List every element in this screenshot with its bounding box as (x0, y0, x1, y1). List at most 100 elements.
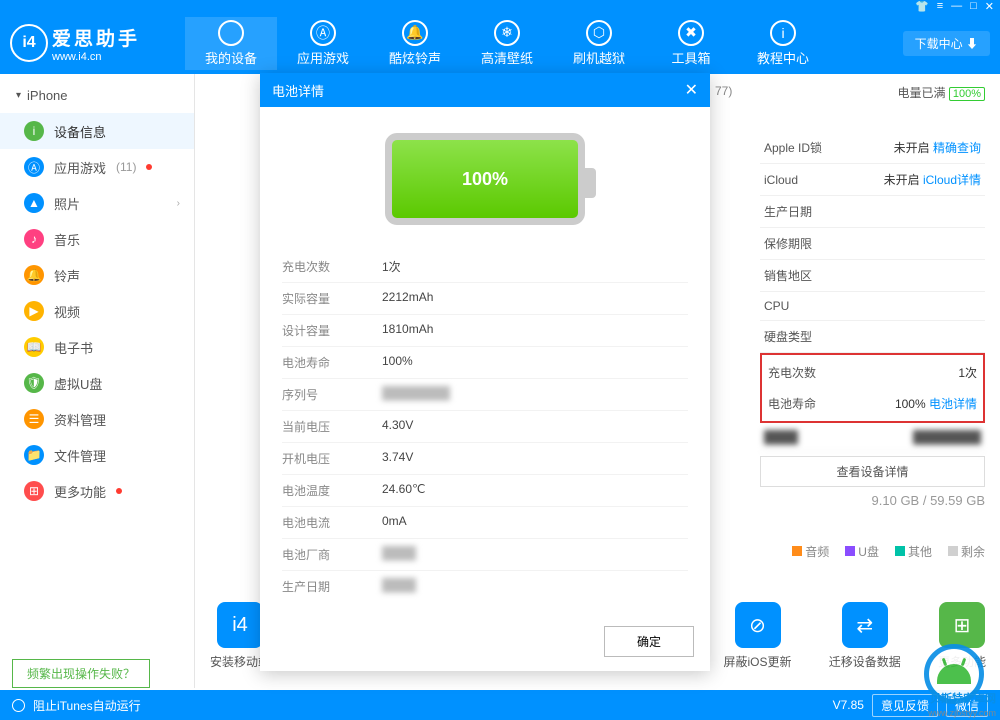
disk-usage: 9.10 GB / 59.59 GB (760, 493, 985, 508)
sidebar-icon: Ⓐ (24, 157, 44, 177)
battery-value: 4.30V (382, 418, 413, 435)
battery-row: 当前电压4.30V (282, 410, 688, 442)
tool-icon: ⇄ (842, 602, 888, 648)
modal-header: 电池详情 ✕ (260, 73, 710, 107)
info-value: 未开启 (884, 173, 920, 187)
sidebar-item[interactable]: ☰ 资料管理 (0, 401, 194, 437)
menu-icon[interactable]: ≡ (937, 0, 943, 12)
tool-icon: ⊘ (735, 602, 781, 648)
sidebar-item[interactable]: ⊞ 更多功能 (0, 473, 194, 509)
legend-item: 音频 (792, 543, 829, 560)
sidebar-label: 音乐 (54, 230, 80, 249)
maximize-icon[interactable]: □ (970, 0, 977, 12)
battery-detail-link[interactable]: 电池详情 (929, 397, 977, 411)
sidebar-label: 视频 (54, 302, 80, 321)
nav-label: 工具箱 (671, 48, 710, 67)
battery-row: 实际容量2212mAh (282, 282, 688, 314)
nav-item-4[interactable]: ⬡刷机越狱 (553, 17, 645, 70)
sidebar-label: 铃声 (54, 266, 80, 285)
sidebar-item[interactable]: ♪ 音乐 (0, 221, 194, 257)
battery-key: 电池寿命 (282, 354, 382, 371)
nav-item-5[interactable]: ✖ 工具箱 (645, 17, 737, 70)
battery-key: 序列号 (282, 386, 382, 403)
storage-legend: 音频U盘其他剩余 (792, 543, 985, 560)
sidebar-icon: 📁 (24, 445, 44, 465)
battery-value: 1810mAh (382, 322, 433, 339)
nav-label: 刷机越狱 (573, 48, 625, 67)
battery-value: ████████ (382, 386, 450, 403)
sidebar-label: 应用游戏 (54, 158, 106, 177)
battery-value: ████ (382, 546, 416, 563)
info-key: 保修期限 (764, 235, 812, 252)
battery-key: 充电次数 (282, 258, 382, 275)
minimize-icon[interactable]: — (951, 0, 962, 12)
logo[interactable]: i4 爱思助手 www.i4.cn (10, 24, 185, 63)
sidebar-item[interactable]: 📁 文件管理 (0, 437, 194, 473)
sidebar: iPhone i 设备信息 Ⓐ 应用游戏 (11) ▲ 照片 ›♪ 音乐 🔔 铃… (0, 74, 195, 688)
tool-button[interactable]: ⊞更多功能 (938, 602, 986, 670)
tool-label: 迁移设备数据 (829, 653, 901, 670)
ok-button[interactable]: 确定 (604, 626, 694, 657)
tool-button[interactable]: ⇄ 迁移设备数据 (829, 602, 901, 670)
tool-label: 更多功能 (938, 653, 986, 670)
info-key: 硬盘类型 (764, 328, 812, 345)
battery-key: 电池电流 (282, 514, 382, 531)
help-link[interactable]: 频繁出现操作失败？ (12, 659, 150, 688)
battery-key: 开机电压 (282, 450, 382, 467)
nav-icon: ✖ (678, 20, 704, 46)
status-icon (12, 699, 25, 712)
info-link[interactable]: iCloud详情 (923, 173, 981, 187)
battery-graphic: 100% (260, 107, 710, 251)
tool-label: 屏蔽iOS更新 (724, 653, 792, 670)
info-row: 硬盘类型 (760, 321, 985, 353)
nav-item-0[interactable]: 我的设备 (185, 17, 277, 70)
tool-button[interactable]: ⊘ 屏蔽iOS更新 (724, 602, 792, 670)
app-name: 爱思助手 (52, 24, 140, 51)
battery-row: 生产日期████ (282, 570, 688, 602)
nav-item-6[interactable]: i教程中心 (737, 17, 829, 70)
battery-row: 电池温度24.60℃ (282, 474, 688, 506)
sidebar-item[interactable]: Ⓐ 应用游戏 (11) (0, 149, 194, 185)
tool-icon: i4 (217, 602, 263, 648)
wechat-button[interactable]: 微信 (946, 694, 988, 717)
battery-pct: 100% (949, 87, 985, 101)
nav-item-3[interactable]: ❄高清壁纸 (461, 17, 553, 70)
legend-item: 其他 (895, 543, 932, 560)
info-row: 生产日期 (760, 196, 985, 228)
skin-icon[interactable]: 👕 (915, 0, 929, 13)
sidebar-item[interactable]: ▲ 照片 › (0, 185, 194, 221)
close-icon[interactable]: ✕ (985, 0, 994, 13)
modal-close-icon[interactable]: ✕ (685, 80, 698, 100)
battery-full-badge: 电量已满 100% (898, 84, 986, 101)
nav-label: 应用游戏 (297, 48, 349, 67)
legend-color (792, 546, 802, 556)
battery-row: 设计容量1810mAh (282, 314, 688, 346)
battery-key: 生产日期 (282, 578, 382, 595)
sidebar-item[interactable]: i 设备信息 (0, 113, 194, 149)
battery-key: 设计容量 (282, 322, 382, 339)
nav-item-2[interactable]: 🔔酷炫铃声 (369, 17, 461, 70)
feedback-button[interactable]: 意见反馈 (872, 694, 938, 717)
sidebar-icon: 🔔 (24, 265, 44, 285)
sidebar-item[interactable]: ▶ 视频 (0, 293, 194, 329)
nav-item-1[interactable]: Ⓐ应用游戏 (277, 17, 369, 70)
top-nav: 我的设备 Ⓐ应用游戏🔔酷炫铃声❄高清壁纸⬡刷机越狱 ✖ 工具箱 i教程中心 (185, 17, 903, 70)
nav-label: 高清壁纸 (481, 48, 533, 67)
info-link[interactable]: 精确查询 (933, 141, 981, 155)
sidebar-item[interactable]: 📖 电子书 (0, 329, 194, 365)
info-value: 100% (895, 397, 926, 411)
sidebar-item[interactable]: 🔔 铃声 (0, 257, 194, 293)
itunes-block-label[interactable]: 阻止iTunes自动运行 (33, 697, 141, 714)
app-url: www.i4.cn (52, 51, 140, 63)
window-controls: 👕 ≡ — □ ✕ (0, 0, 1000, 12)
view-device-detail-button[interactable]: 查看设备详情 (760, 456, 985, 487)
info-key: iCloud (764, 173, 798, 187)
legend-color (895, 546, 905, 556)
info-row: Apple ID锁 未开启 精确查询 (760, 132, 985, 164)
sidebar-item[interactable]: 🛡 虚拟U盘 (0, 365, 194, 401)
chevron-right-icon: › (177, 198, 180, 209)
download-center-button[interactable]: 下载中心 ⬇ (903, 31, 990, 56)
sidebar-device-heading[interactable]: iPhone (0, 78, 194, 113)
info-row: 保修期限 (760, 228, 985, 260)
nav-label: 我的设备 (205, 48, 257, 67)
